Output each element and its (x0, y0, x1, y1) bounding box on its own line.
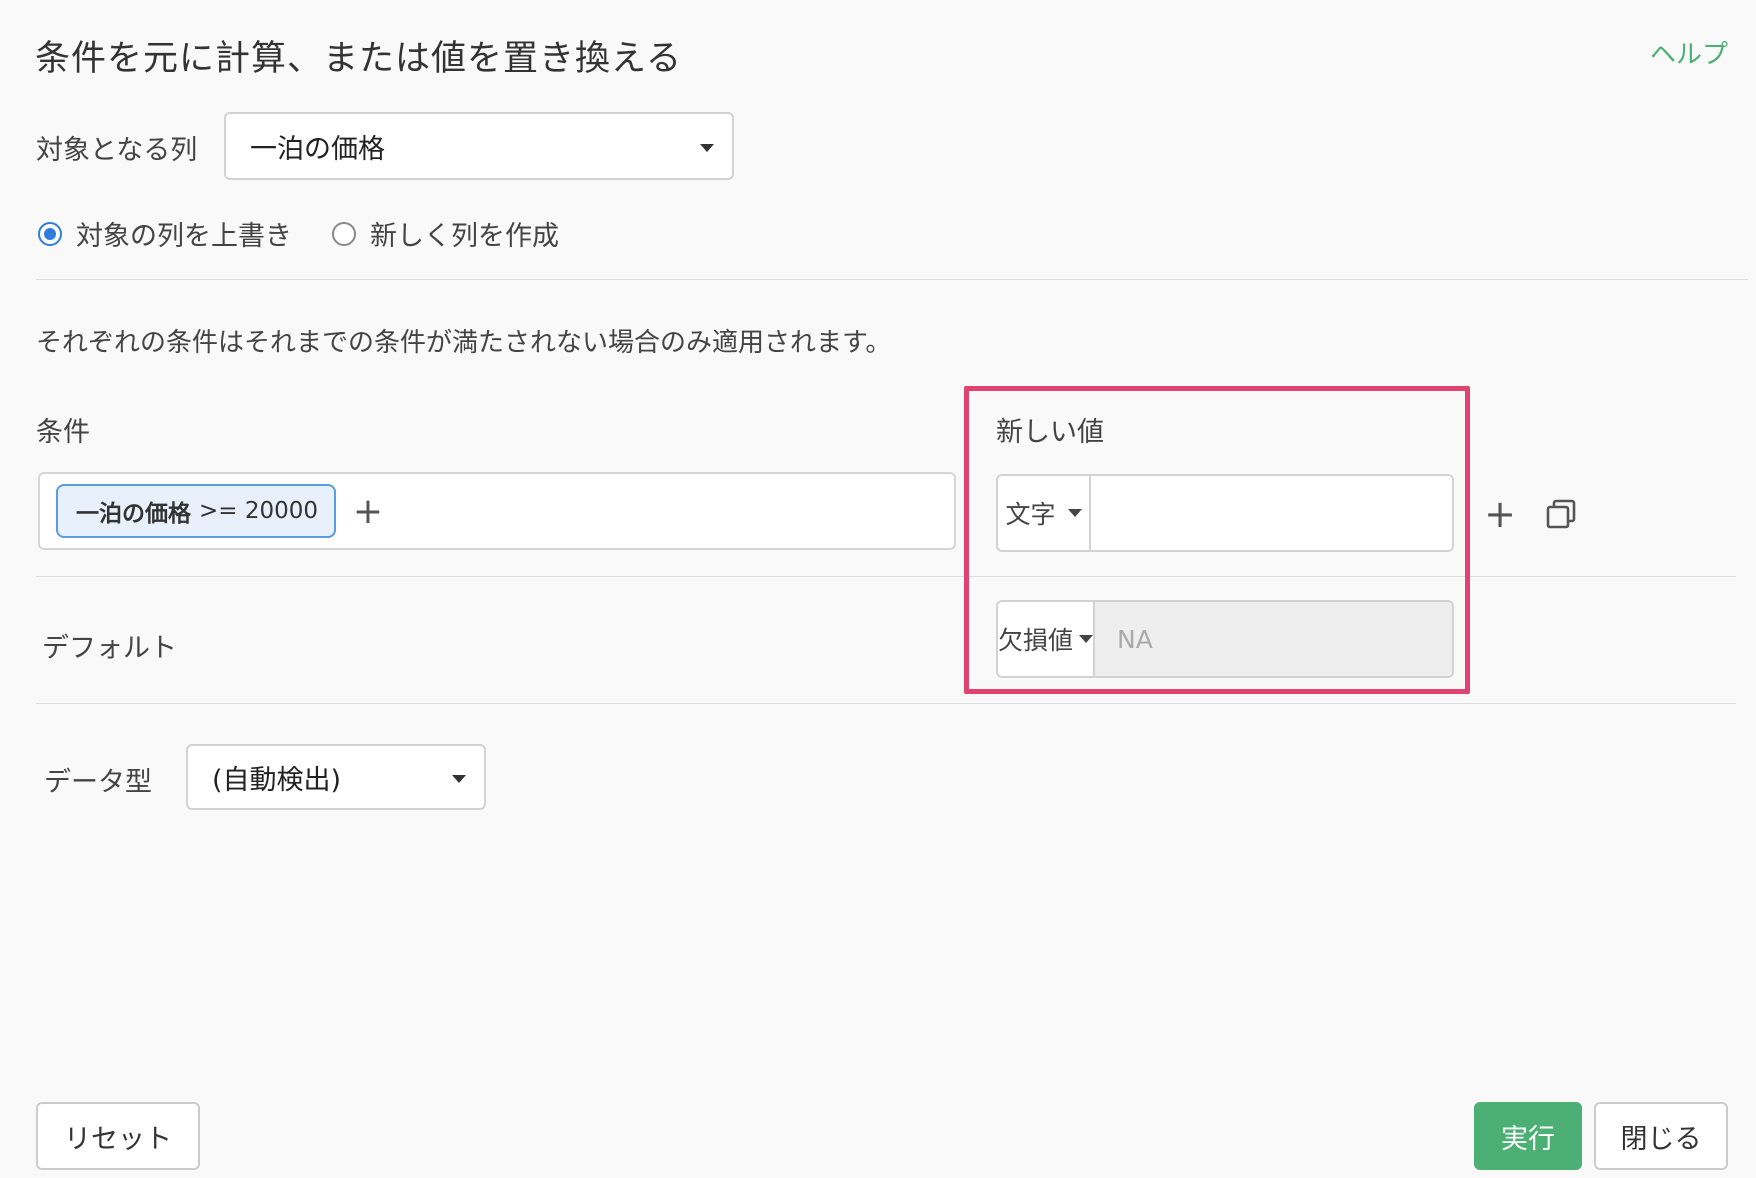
target-column-value: 一泊の価格 (250, 133, 385, 165)
close-button[interactable]: 閉じる (1594, 1102, 1728, 1170)
radio-create-new-label: 新しく列を作成 (370, 221, 559, 252)
data-type-value: (自動検出) (212, 764, 342, 796)
new-value-group: 文字 (996, 474, 1454, 552)
new-value-type-select[interactable]: 文字 (998, 476, 1091, 550)
caret-down-icon (700, 144, 714, 152)
help-link[interactable]: ヘルプ (1650, 34, 1728, 71)
conditions-description: それぞれの条件はそれまでの条件が満たされない場合のみ適用されます。 (36, 328, 892, 358)
output-mode-group: 対象の列を上書き 新しく列を作成 (38, 214, 599, 253)
radio-create-new-column[interactable]: 新しく列を作成 (332, 214, 559, 253)
radio-overwrite-column[interactable]: 対象の列を上書き (38, 214, 292, 253)
caret-down-icon (452, 775, 466, 783)
default-value-group: 欠損値 (996, 600, 1454, 678)
default-value-input (1095, 602, 1452, 676)
section-divider (36, 279, 1748, 280)
data-type-label: データ型 (44, 767, 152, 798)
caret-down-icon (1079, 635, 1094, 643)
condition-chip-expression: >= 20000 (199, 498, 319, 524)
dialog-title: 条件を元に計算、または値を置き換える (35, 39, 682, 79)
reset-button[interactable]: リセット (36, 1102, 200, 1170)
condition-chip-column: 一泊の価格 (76, 501, 191, 527)
data-type-select[interactable]: (自動検出) (186, 744, 486, 810)
row-divider (36, 576, 1736, 577)
caret-down-icon (1067, 509, 1082, 517)
default-type-label: 欠損値 (998, 626, 1074, 655)
default-label: デフォルト (42, 633, 177, 664)
radio-checked-indicator (38, 221, 62, 246)
plus-icon[interactable]: + (1480, 492, 1520, 536)
conditions-header: 条件 (36, 417, 90, 448)
plus-icon[interactable]: + (348, 484, 388, 538)
condition-builder[interactable]: 一泊の価格 >= 20000 + (38, 472, 956, 550)
new-value-input[interactable] (1091, 476, 1452, 550)
section-divider (36, 703, 1736, 704)
default-type-select[interactable]: 欠損値 (998, 602, 1096, 676)
new-value-header: 新しい値 (996, 417, 1104, 448)
radio-unchecked-indicator (332, 221, 356, 246)
condition-chip[interactable]: 一泊の価格 >= 20000 (56, 484, 337, 538)
copy-icon[interactable] (1544, 498, 1578, 532)
radio-overwrite-label: 対象の列を上書き (76, 221, 292, 252)
run-button[interactable]: 実行 (1474, 1102, 1582, 1170)
target-column-select[interactable]: 一泊の価格 (224, 112, 734, 180)
target-column-label: 対象となる列 (36, 135, 198, 166)
new-value-type-label: 文字 (1005, 500, 1056, 529)
